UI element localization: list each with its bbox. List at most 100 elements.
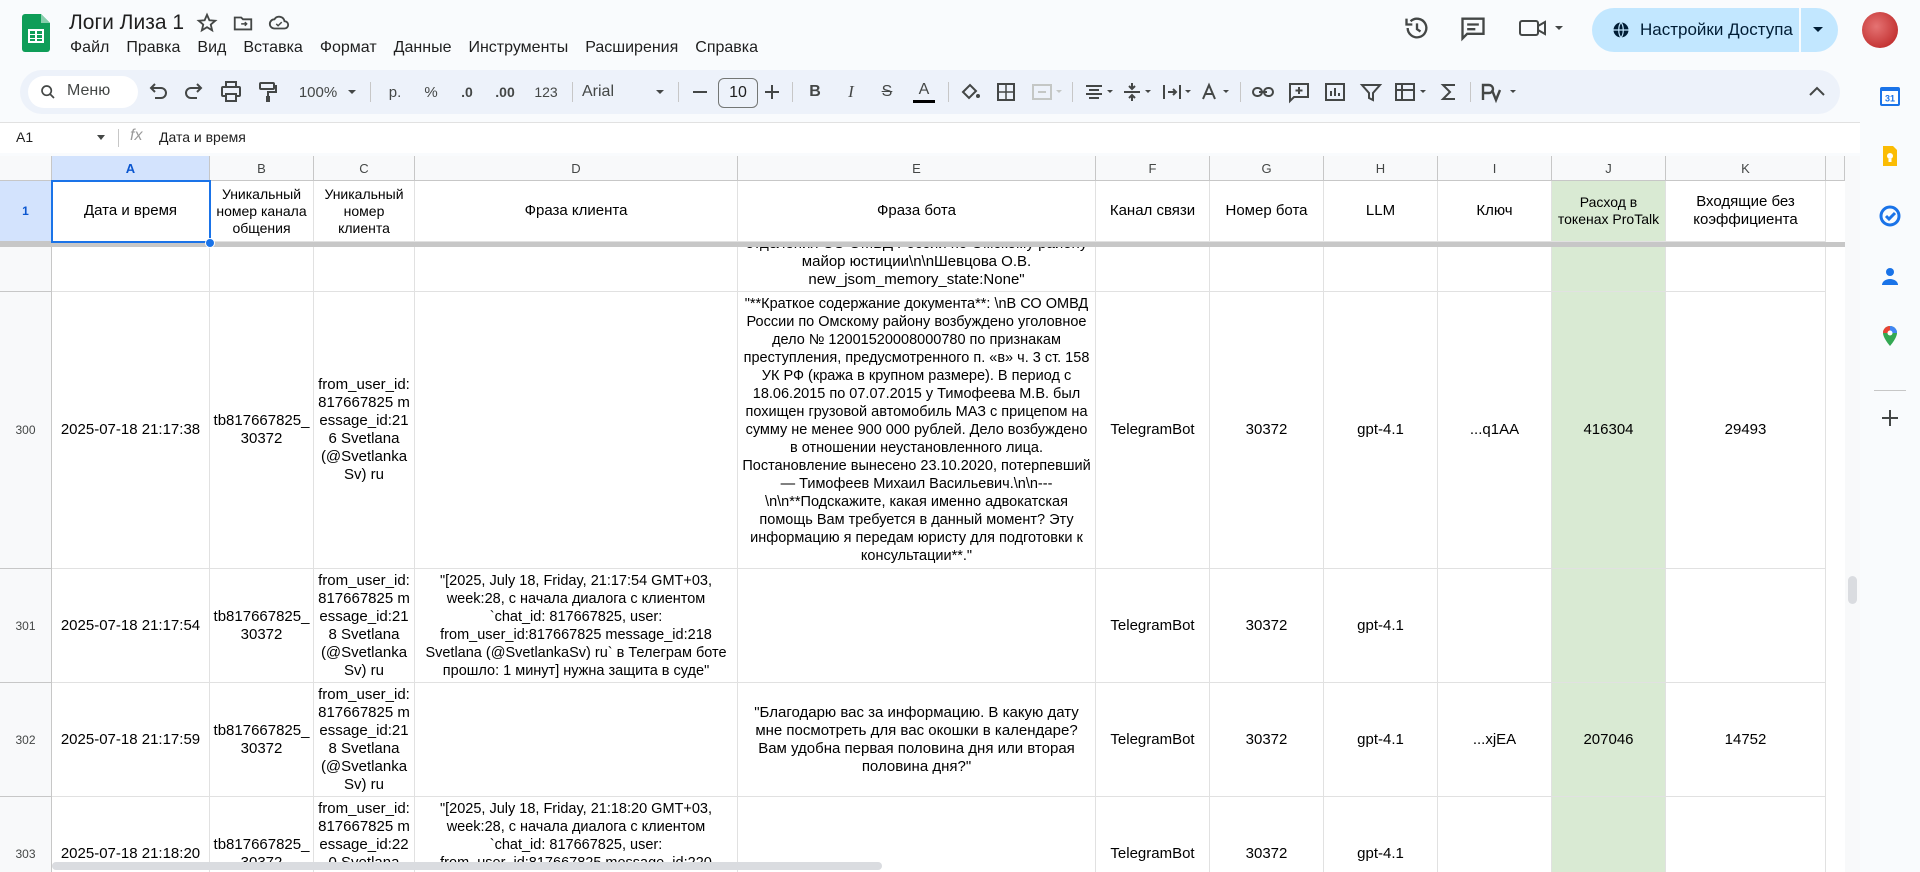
vertical-align-icon[interactable]: [1120, 70, 1154, 114]
undo-icon[interactable]: [146, 70, 170, 114]
bot-phrase-cell[interactable]: "Благодарю вас за информацию. В какую да…: [738, 683, 1096, 797]
client-id-cell[interactable]: from_user_id: 817667825 message_id:216 S…: [314, 292, 415, 569]
comments-icon[interactable]: [1459, 14, 1487, 42]
cell[interactable]: [1096, 247, 1210, 292]
merge-cells-icon[interactable]: [1030, 70, 1064, 114]
incoming-cell[interactable]: 14752: [1666, 683, 1826, 797]
bot-number-cell[interactable]: 30372: [1210, 797, 1324, 872]
incoming-cell[interactable]: [1666, 797, 1826, 872]
vertical-scrollbar[interactable]: [1845, 156, 1860, 872]
menu-data[interactable]: Данные: [386, 37, 461, 59]
datetime-cell[interactable]: 2025-07-18 21:17:38: [52, 292, 210, 569]
llm-cell[interactable]: gpt-4.1: [1324, 797, 1438, 872]
keep-icon[interactable]: [1878, 144, 1902, 168]
strikethrough-button[interactable]: S: [874, 70, 900, 114]
header-cell-bot-number[interactable]: Номер бота: [1210, 181, 1324, 242]
chevron-down-icon[interactable]: [1812, 25, 1824, 35]
meet-icon[interactable]: [1518, 14, 1566, 42]
font-dropdown-icon[interactable]: [654, 70, 666, 114]
horizontal-scroll-thumb[interactable]: [52, 862, 882, 870]
vertical-scroll-thumb[interactable]: [1848, 576, 1857, 604]
print-icon[interactable]: [218, 70, 244, 114]
key-cell[interactable]: ...q1AA: [1438, 292, 1552, 569]
row-header-302[interactable]: 302: [0, 683, 52, 797]
avatar[interactable]: [1862, 12, 1898, 48]
row-header-1[interactable]: 1: [0, 181, 52, 242]
column-header-g[interactable]: G: [1210, 156, 1324, 181]
maps-icon[interactable]: [1878, 324, 1902, 348]
horizontal-align-icon[interactable]: [1082, 70, 1116, 114]
header-cell-client-id[interactable]: Уникальный номер клиента: [314, 181, 415, 242]
header-cell-key[interactable]: Ключ: [1438, 181, 1552, 242]
column-header-f[interactable]: F: [1096, 156, 1210, 181]
bot-number-cell[interactable]: 30372: [1210, 569, 1324, 683]
datetime-cell[interactable]: 2025-07-18 21:17:54: [52, 569, 210, 683]
filter-views-icon[interactable]: [1392, 70, 1432, 114]
functions-icon[interactable]: [1436, 70, 1462, 114]
menu-file[interactable]: Файл: [62, 37, 118, 59]
incoming-cell[interactable]: 29493: [1666, 292, 1826, 569]
header-cell-llm[interactable]: LLM: [1324, 181, 1438, 242]
zoom-select[interactable]: 100%: [292, 70, 344, 114]
client-phrase-cell[interactable]: "[2025, July 18, Friday, 21:18:20 GMT+03…: [415, 797, 738, 872]
input-tools-icon[interactable]: [1478, 70, 1524, 114]
version-history-icon[interactable]: [1403, 14, 1431, 42]
document-title[interactable]: Логи Лиза 1: [69, 11, 184, 35]
column-header-a[interactable]: A: [52, 156, 210, 181]
datetime-cell[interactable]: 2025-07-18 21:18:20: [52, 797, 210, 872]
channel-id-cell[interactable]: tb817667825_30372: [210, 797, 314, 872]
tokens-cell[interactable]: 207046: [1552, 683, 1666, 797]
insert-comment-icon[interactable]: [1286, 70, 1312, 114]
incoming-cell[interactable]: [1666, 569, 1826, 683]
bot-phrase-cell[interactable]: "**Краткое содержание документа**: \nВ С…: [738, 292, 1096, 569]
share-button[interactable]: Настройки Доступа: [1592, 8, 1838, 52]
column-header-j[interactable]: J: [1552, 156, 1666, 181]
decrease-decimal-button[interactable]: .0: [452, 70, 482, 114]
decrease-font-size-icon[interactable]: [690, 70, 710, 114]
move-to-folder-icon[interactable]: [232, 12, 254, 34]
header-cell-channel-id[interactable]: Уникальный номер канала общения: [210, 181, 314, 242]
menu-edit[interactable]: Правка: [118, 37, 189, 59]
column-header-c[interactable]: C: [314, 156, 415, 181]
number-format-button[interactable]: 123: [528, 70, 564, 114]
row-header-303[interactable]: 303: [0, 797, 52, 872]
cell[interactable]: [210, 247, 314, 292]
filter-icon[interactable]: [1358, 70, 1384, 114]
bot-phrase-cell[interactable]: отделения СО ОМВД России по Омскому райо…: [738, 247, 1096, 292]
key-cell[interactable]: [1438, 797, 1552, 872]
header-cell-bot-phrase[interactable]: Фраза бота: [738, 181, 1096, 242]
menu-format[interactable]: Формат: [312, 37, 386, 59]
bold-button[interactable]: B: [802, 70, 828, 114]
key-cell[interactable]: [1438, 569, 1552, 683]
cell[interactable]: [1324, 247, 1438, 292]
text-color-button[interactable]: A: [910, 70, 938, 114]
contacts-icon[interactable]: [1878, 264, 1902, 288]
calendar-icon[interactable]: 31: [1878, 84, 1902, 108]
spreadsheet-grid[interactable]: A B C D E F G H I J K 1 Дата и время Уни…: [0, 156, 1845, 872]
client-phrase-cell[interactable]: [415, 292, 738, 569]
increase-font-size-icon[interactable]: [762, 70, 782, 114]
bot-number-cell[interactable]: 30372: [1210, 683, 1324, 797]
menu-view[interactable]: Вид: [189, 37, 235, 59]
column-header-h[interactable]: H: [1324, 156, 1438, 181]
client-id-cell[interactable]: from_user_id: 817667825 message_id:220 S…: [314, 797, 415, 872]
menu-extensions[interactable]: Расширения: [577, 37, 687, 59]
channel-id-cell[interactable]: tb817667825_30372: [210, 569, 314, 683]
cloud-status-icon[interactable]: [268, 12, 290, 34]
column-header-e[interactable]: E: [738, 156, 1096, 181]
fill-color-icon[interactable]: [958, 70, 982, 114]
menu-insert[interactable]: Вставка: [235, 37, 311, 59]
font-size-input[interactable]: 10: [718, 78, 758, 108]
channel-cell[interactable]: TelegramBot: [1096, 569, 1210, 683]
tokens-cell[interactable]: [1552, 797, 1666, 872]
fill-handle[interactable]: [205, 238, 215, 248]
client-id-cell[interactable]: from_user_id: 817667825 message_id:218 S…: [314, 683, 415, 797]
redo-icon[interactable]: [182, 70, 206, 114]
client-phrase-cell[interactable]: [415, 683, 738, 797]
tokens-cell[interactable]: 416304: [1552, 292, 1666, 569]
llm-cell[interactable]: gpt-4.1: [1324, 569, 1438, 683]
italic-button[interactable]: I: [838, 70, 864, 114]
tokens-cell[interactable]: [1552, 569, 1666, 683]
select-all-corner[interactable]: [0, 156, 52, 181]
zoom-dropdown-icon[interactable]: [346, 70, 358, 114]
